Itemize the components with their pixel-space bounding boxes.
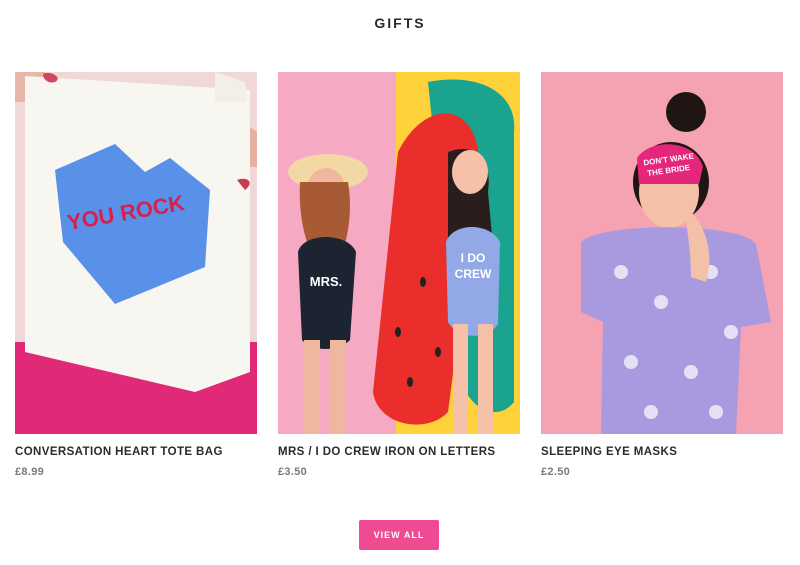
swimsuit-text-crew: CREW [455, 267, 492, 281]
swimsuit-text-ido: I DO [461, 251, 486, 265]
view-all-button[interactable]: VIEW ALL [359, 520, 439, 550]
product-price: £3.50 [278, 466, 308, 478]
section-title: GIFTS [374, 15, 426, 31]
product-card-iron-on-letters[interactable]: MRS. I DO CREW MRS / I DO CREW IRON ON L… [278, 72, 520, 478]
swimsuit-text-mrs: MRS. [310, 274, 343, 289]
product-image-iron-on-letters[interactable]: MRS. I DO CREW [278, 72, 520, 434]
product-image-eye-masks[interactable]: DON'T WAKE THE BRIDE [541, 72, 783, 434]
product-name[interactable]: MRS / I DO CREW IRON ON LETTERS [278, 446, 520, 458]
product-image-tote-bag[interactable]: YOU ROCK [15, 72, 257, 434]
product-name[interactable]: SLEEPING EYE MASKS [541, 446, 783, 458]
product-card-tote-bag[interactable]: YOU ROCK CONVERSATION HEART TOTE BAG £8.… [15, 72, 257, 478]
product-grid: YOU ROCK CONVERSATION HEART TOTE BAG £8.… [15, 72, 783, 492]
product-name[interactable]: CONVERSATION HEART TOTE BAG [15, 446, 257, 458]
product-price: £2.50 [541, 466, 571, 478]
product-price: £8.99 [15, 466, 45, 478]
product-card-eye-masks[interactable]: DON'T WAKE THE BRIDE SLEEPING EYE MASKS … [541, 72, 783, 478]
